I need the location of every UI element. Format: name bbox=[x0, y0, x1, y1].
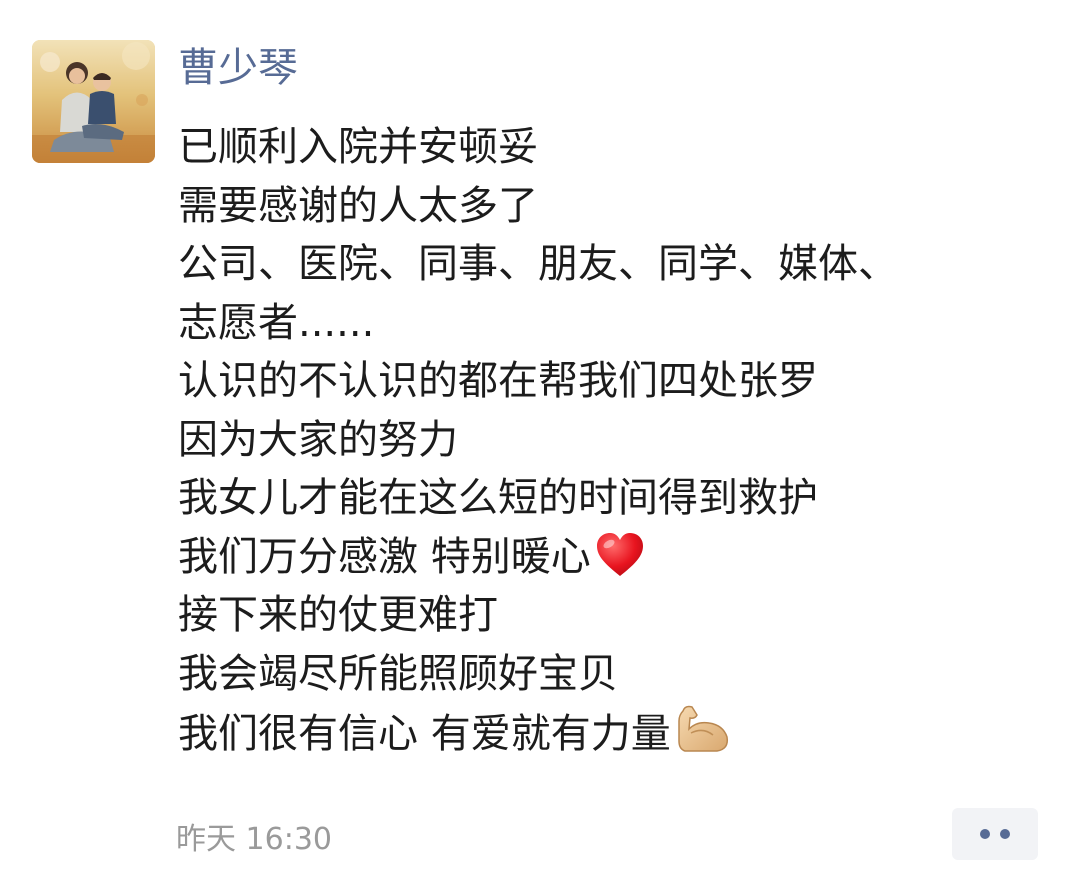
post-line: 需要感谢的人太多了 bbox=[178, 182, 538, 229]
post-line-text: 我们万分感激 特别暖心 bbox=[178, 533, 591, 580]
post-line: 我会竭尽所能照顾好宝贝 bbox=[178, 650, 618, 697]
post-line: 志愿者...... bbox=[178, 299, 375, 346]
post-line: 已顺利入院并安顿妥 bbox=[178, 124, 538, 170]
more-actions-button[interactable] bbox=[952, 808, 1038, 860]
post-line-with-heart: 我们万分感激 特别暖心 bbox=[178, 528, 1038, 587]
more-dot-icon bbox=[1000, 829, 1010, 839]
post-text: 已顺利入院并安顿妥 需要感谢的人太多了 公司、医院、同事、朋友、同学、媒体、 志… bbox=[178, 118, 1038, 762]
more-dot-icon bbox=[980, 829, 990, 839]
post-timestamp: 昨天 16:30 bbox=[176, 822, 332, 857]
red-heart-icon bbox=[595, 532, 645, 595]
flexed-biceps-icon bbox=[675, 703, 731, 772]
avatar[interactable] bbox=[32, 40, 155, 163]
author-name[interactable]: 曹少琴 bbox=[178, 38, 298, 98]
post-line: 我女儿才能在这么短的时间得到救护 bbox=[178, 475, 818, 521]
post-line: 因为大家的努力 bbox=[178, 416, 458, 463]
post-line: 认识的不认识的都在帮我们四处张罗 bbox=[178, 358, 818, 404]
post-line: 公司、医院、同事、朋友、同学、媒体、 bbox=[178, 241, 898, 287]
avatar-photo-icon bbox=[32, 40, 155, 163]
post-line: 接下来的仗更难打 bbox=[178, 592, 498, 638]
post-line-with-biceps: 我们很有信心 有爱就有力量 bbox=[178, 703, 1038, 762]
moments-post: 曹少琴 已顺利入院并安顿妥 需要感谢的人太多了 公司、医院、同事、朋友、同学、媒… bbox=[0, 0, 1072, 873]
post-line-text: 我们很有信心 有爱就有力量 bbox=[178, 711, 671, 757]
